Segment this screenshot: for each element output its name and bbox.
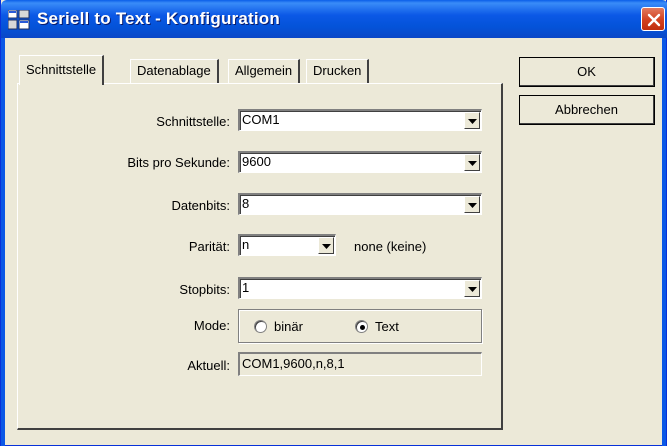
datenbits-dropdown-button[interactable] [464, 196, 480, 213]
ok-button[interactable]: OK [519, 57, 655, 87]
bits-pro-sekunde-dropdown-button[interactable] [464, 154, 480, 171]
schnittstelle-dropdown[interactable]: COM1 [238, 109, 482, 131]
close-icon [647, 13, 661, 27]
schnittstelle-label: Schnittstelle: [156, 114, 230, 129]
radio-circle [254, 320, 267, 333]
radio-dot [360, 325, 365, 330]
tab-allgemein[interactable]: Allgemein [228, 59, 301, 83]
window-frame-left [1, 38, 5, 446]
paritaet-dropdown[interactable]: n [238, 234, 336, 256]
tab-panel-schnittstelle [17, 83, 503, 430]
cancel-button[interactable]: Abbrechen [519, 95, 655, 125]
stopbits-dropdown-button[interactable] [464, 280, 480, 297]
bits-pro-sekunde-value: 9600 [242, 154, 271, 169]
paritaet-value: n [242, 237, 250, 252]
config-dialog: Seriell to Text - Konfiguration Schnitts… [0, 0, 667, 446]
mode-radio-group: binär Text [238, 309, 482, 343]
app-window-icon [7, 9, 30, 30]
aktuell-field: COM1,9600,n,8,1 [238, 352, 482, 376]
tab-schnittstelle[interactable]: Schnittstelle [19, 55, 105, 85]
tab-datenablage[interactable]: Datenablage [130, 59, 219, 83]
chevron-down-icon [322, 244, 331, 249]
aktuell-label: Aktuell: [187, 358, 230, 373]
stopbits-dropdown[interactable]: 1 [238, 277, 482, 299]
schnittstelle-dropdown-button[interactable] [464, 112, 480, 129]
chevron-down-icon [468, 287, 477, 292]
datenbits-label: Datenbits: [171, 198, 230, 213]
mode-radio-text-label: Text [375, 319, 399, 334]
window-title: Seriell to Text - Konfiguration [37, 9, 280, 28]
chevron-down-icon [468, 203, 477, 208]
close-button[interactable] [641, 7, 665, 31]
datenbits-value: 8 [242, 196, 250, 211]
window-frame-right [662, 38, 666, 446]
aktuell-value: COM1,9600,n,8,1 [242, 356, 345, 371]
stopbits-value: 1 [242, 280, 250, 295]
mode-radio-binaer-label: binär [274, 319, 303, 334]
paritaet-dropdown-button[interactable] [318, 237, 334, 254]
datenbits-dropdown[interactable]: 8 [238, 193, 482, 215]
stopbits-label: Stopbits: [179, 282, 230, 297]
schnittstelle-value: COM1 [242, 112, 280, 127]
tab-drucken[interactable]: Drucken [306, 59, 370, 83]
chevron-down-icon [468, 119, 477, 124]
bits-pro-sekunde-label: Bits pro Sekunde: [127, 155, 230, 170]
chevron-down-icon [468, 161, 477, 166]
radio-circle-selected [355, 320, 368, 333]
mode-label: Mode: [193, 318, 230, 333]
paritaet-label: Parität: [188, 239, 230, 254]
title-bar[interactable]: Seriell to Text - Konfiguration [1, 0, 667, 38]
paritaet-description: none (keine) [354, 239, 427, 254]
bits-pro-sekunde-dropdown[interactable]: 9600 [238, 151, 482, 173]
